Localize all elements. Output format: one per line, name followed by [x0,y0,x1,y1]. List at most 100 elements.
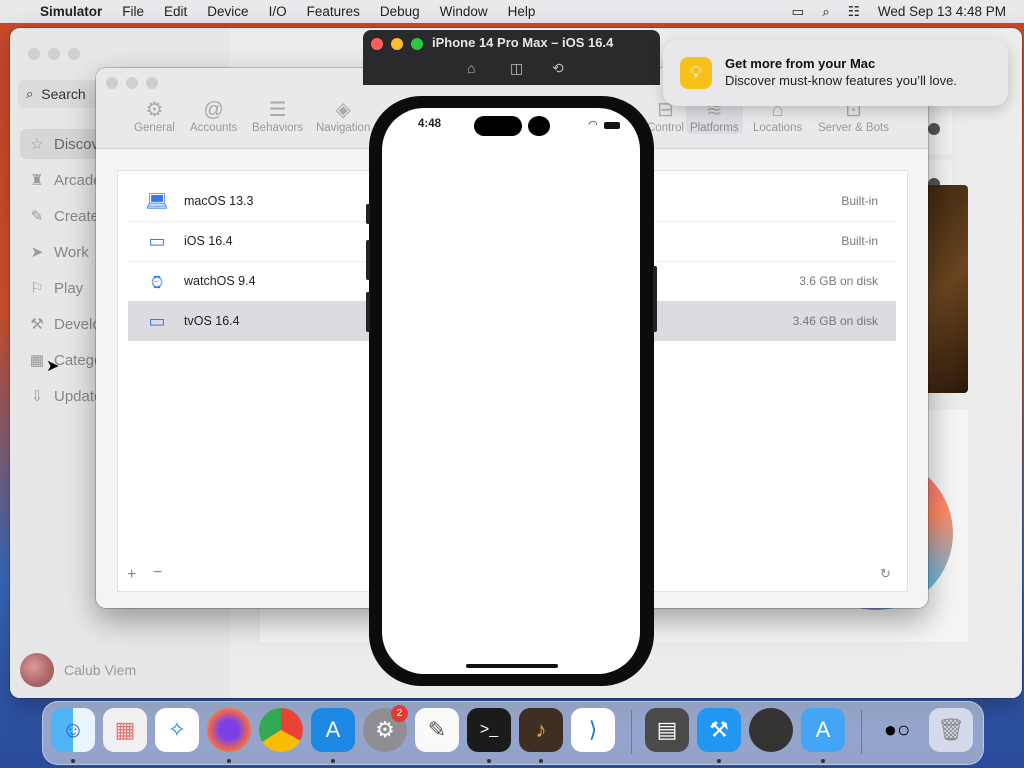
tab-general[interactable]: ⚙ General [134,98,175,134]
tab-label: Locations [753,122,803,134]
avatar [20,653,54,687]
tab-label: Behaviors [252,122,304,134]
close-button[interactable] [106,77,118,89]
add-platform-button[interactable]: + [127,566,136,584]
mouse-cursor-icon: ➤ [46,358,60,375]
sidebar-label: Work [54,243,89,261]
platform-name: watchOS 9.4 [184,274,256,288]
minimize-button[interactable] [126,77,138,89]
menu-clock[interactable]: Wed Sep 13 4:48 PM [878,4,1006,19]
status-time: 4:48 [418,118,442,130]
running-indicator [487,759,491,763]
tab-behaviors[interactable]: ☰ Behaviors [252,98,303,134]
sidebar-label: Arcade [54,171,102,189]
close-button[interactable] [28,48,40,60]
mute-switch[interactable] [366,204,370,224]
running-indicator [227,759,231,763]
menu-debug[interactable]: Debug [380,4,420,19]
joystick-icon: ♜ [30,172,44,189]
device-screen[interactable]: 4:48 ◠ [382,108,640,674]
user-name: Calub Viem [64,662,137,678]
home-indicator[interactable] [466,664,558,668]
tab-accounts[interactable]: @ Accounts [190,98,237,134]
app-store-icon[interactable]: A [311,708,355,752]
refresh-icon[interactable]: ↻ [880,566,891,582]
screen-mirroring-icon[interactable]: ▭ [791,4,804,20]
menu-device[interactable]: Device [207,4,248,19]
zoom-button[interactable] [146,77,158,89]
side-button[interactable] [653,266,657,332]
menu-features[interactable]: Features [307,4,360,19]
grid-icon: ▦ [29,352,45,369]
textedit-icon[interactable]: ✎ [415,708,459,752]
brush-icon: ✎ [30,208,44,225]
trash-icon[interactable]: 🗑︎ [929,708,973,752]
dock: ☺ ▦ ✧ A ⚙ 2 ✎ >_ ♪ ⟩ ▤ ⚒ A ●○ 🗑︎ [42,701,984,765]
screenshot-icon[interactable]: ◫ [510,60,523,77]
notification-banner[interactable]: 💡︎ Get more from your Mac Discover must-… [663,40,1008,106]
account-button[interactable]: Calub Viem [20,653,136,687]
iphone-ipad-icon: ▭ [148,230,166,251]
minimize-button[interactable] [391,38,403,50]
watch-icon: ⌚︎ [148,272,166,293]
iphone-device: 4:48 ◠ [366,96,657,686]
safari-icon[interactable]: ✧ [155,708,199,752]
menu-app-name[interactable]: Simulator [40,4,102,19]
download-icon: ⇩ [30,388,44,405]
notification-badge: 2 [391,705,408,722]
firefox-icon[interactable] [207,708,251,752]
launchpad-icon[interactable]: ▦ [103,708,147,752]
platform-status: Built-in [841,194,878,208]
dock-separator [631,710,632,754]
remove-platform-button[interactable]: − [153,564,162,582]
dynamic-island [474,116,522,136]
chrome-icon[interactable] [259,708,303,752]
platform-status: Built-in [841,234,878,248]
xcode-icon[interactable]: ⚒ [697,708,741,752]
finder-icon[interactable]: ☺ [51,708,95,752]
at-icon: @ [203,99,224,121]
calculator-icon[interactable]: ▤ [645,708,689,752]
menu-help[interactable]: Help [508,4,536,19]
behaviors-icon: ☰ [268,99,287,121]
garageband-icon[interactable]: ♪ [519,708,563,752]
mirror-icon[interactable]: ●○ [875,708,919,752]
tab-navigation[interactable]: ◈ Navigation [316,98,370,134]
rotate-icon[interactable]: ⟲ [552,60,564,77]
send-icon: ➤ [30,244,44,261]
lightbulb-icon: 💡︎ [680,57,712,89]
running-indicator [71,759,75,763]
home-icon[interactable]: ⌂ [467,60,475,76]
control-center-icon[interactable]: ☷ [848,4,860,20]
profile-icon[interactable] [749,708,793,752]
menu-io[interactable]: I/O [269,4,287,19]
zoom-button[interactable] [68,48,80,60]
download-icon [928,123,940,135]
menu-file[interactable]: File [122,4,144,19]
menu-window[interactable]: Window [440,4,488,19]
tab-label: Control [647,122,685,134]
platform-status: 3.46 GB on disk [792,314,878,328]
search-label: Search [41,86,86,102]
vscode-icon[interactable]: ⟩ [571,708,615,752]
platform-name: tvOS 16.4 [184,314,240,328]
close-button[interactable] [371,38,383,50]
tab-label: General [134,122,175,134]
volume-down-button[interactable] [366,292,370,332]
simulator-title: iPhone 14 Pro Max – iOS 16.4 [432,35,614,50]
volume-up-button[interactable] [366,240,370,280]
simulator-titlebar: iPhone 14 Pro Max – iOS 16.4 ⌂ ◫ ⟲ [363,30,660,85]
laptop-icon: 💻︎ [145,190,169,211]
battery-icon [604,122,620,129]
platform-name: macOS 13.3 [184,194,254,208]
terminal-icon[interactable]: >_ [467,708,511,752]
simulator-icon[interactable]: A [801,708,845,752]
menu-edit[interactable]: Edit [164,4,187,19]
spotlight-search-icon[interactable]: ⌕ [822,4,830,20]
sidebar-label: Create [54,207,100,225]
minimize-button[interactable] [48,48,60,60]
search-icon: ⌕ [26,86,34,101]
tab-label: Platforms [690,122,739,134]
running-indicator [717,759,721,763]
zoom-button[interactable] [411,38,423,50]
